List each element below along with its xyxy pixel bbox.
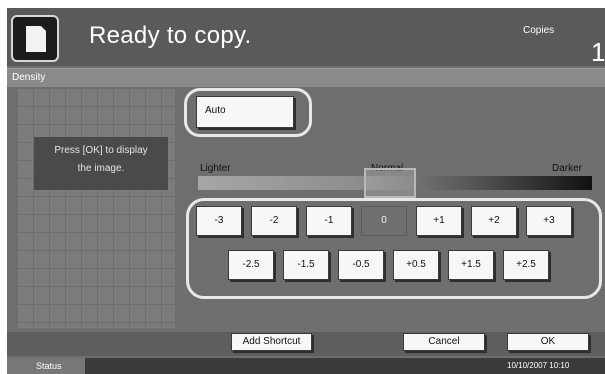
density-step-button[interactable]: +0.5 xyxy=(393,250,439,280)
copies-label: Copies xyxy=(523,25,555,36)
ok-button[interactable]: OK xyxy=(507,333,589,351)
density-step-button[interactable]: -1 xyxy=(306,206,352,236)
document-icon xyxy=(11,15,59,62)
copies-count: 1 xyxy=(591,37,605,67)
density-step-button[interactable]: -0.5 xyxy=(338,250,384,280)
density-step-button[interactable]: +3 xyxy=(526,206,572,236)
page-title: Ready to copy. xyxy=(89,22,252,49)
density-step-button[interactable]: +1 xyxy=(416,206,462,236)
density-step-button[interactable]: 0 xyxy=(361,206,407,236)
datetime: 10/10/2007 10:10 xyxy=(507,361,570,370)
add-shortcut-button[interactable]: Add Shortcut xyxy=(231,333,312,351)
lighter-label: Lighter xyxy=(200,163,231,174)
cancel-button[interactable]: Cancel xyxy=(403,333,485,351)
density-step-button[interactable]: +2.5 xyxy=(503,250,549,280)
preview-area: Press [OK] to display the image. xyxy=(17,88,175,328)
status-button[interactable]: Status xyxy=(7,358,85,374)
darker-label: Darker xyxy=(552,163,583,174)
density-step-button[interactable]: +2 xyxy=(471,206,517,236)
preview-message-line2: the image. xyxy=(77,163,125,174)
header: Ready to copy. Copies 1 xyxy=(7,8,605,67)
preview-message-line1: Press [OK] to display xyxy=(54,145,148,156)
density-step-button[interactable]: -2.5 xyxy=(228,250,274,280)
auto-button[interactable]: Auto xyxy=(196,96,294,128)
density-step-button[interactable]: -1.5 xyxy=(283,250,329,280)
density-step-button[interactable]: -2 xyxy=(251,206,297,236)
density-step-button[interactable]: -3 xyxy=(196,206,242,236)
copy-screen: Ready to copy. Copies 1 Density Press [O… xyxy=(7,8,605,374)
section-bar: Density xyxy=(7,68,605,87)
density-slider-indicator xyxy=(364,168,416,198)
density-step-button[interactable]: +1.5 xyxy=(448,250,494,280)
preview-message: Press [OK] to display the image. xyxy=(34,137,168,190)
section-label: Density xyxy=(12,72,46,83)
